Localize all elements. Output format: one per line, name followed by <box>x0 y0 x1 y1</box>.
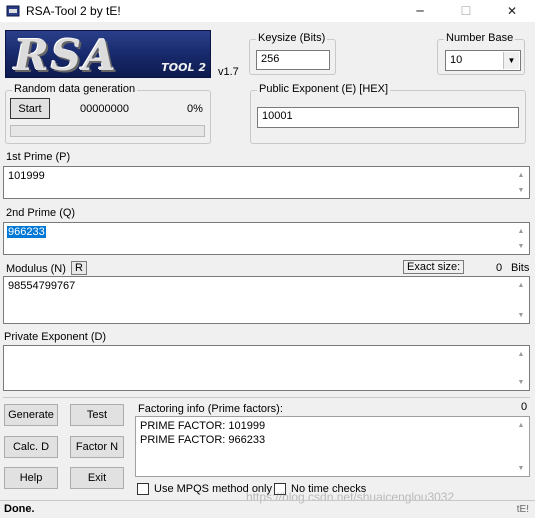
exact-size-value: 0 <box>496 262 503 274</box>
number-base-value: 10 <box>450 54 463 66</box>
rsa-logo: RSA TOOL 2 <box>5 30 211 78</box>
prime1-value: 101999 <box>8 170 45 182</box>
random-data-label: Random data generation <box>12 83 138 95</box>
keysize-label: Keysize (Bits) <box>256 32 328 44</box>
calc-d-button[interactable]: Calc. D <box>4 436 58 458</box>
exact-size-unit: Bits <box>511 262 530 274</box>
factoring-count: 0 <box>521 401 528 413</box>
prime2-value: 966233 <box>7 226 46 238</box>
modulus-label: Modulus (N) <box>6 263 66 275</box>
exit-button[interactable]: Exit <box>70 467 124 489</box>
prime2-scrollbar[interactable]: ▲ ▼ <box>513 223 529 254</box>
scroll-down-icon[interactable]: ▼ <box>513 183 529 197</box>
chevron-down-icon[interactable]: ▼ <box>503 52 519 69</box>
scroll-up-icon[interactable]: ▲ <box>513 418 529 432</box>
close-button[interactable]: ✕ <box>489 0 535 22</box>
private-exponent-scrollbar[interactable]: ▲ ▼ <box>513 346 529 390</box>
logo-sub-text: TOOL 2 <box>161 61 206 74</box>
prime1-textbox[interactable]: 101999 ▲ ▼ <box>3 166 530 199</box>
status-tag: tE! <box>516 504 529 515</box>
prime1-scrollbar[interactable]: ▲ ▼ <box>513 167 529 198</box>
generate-button[interactable]: Generate <box>4 404 58 426</box>
logo-main-text: RSA <box>14 31 118 78</box>
mpqs-checkbox[interactable] <box>137 483 149 495</box>
scroll-down-icon[interactable]: ▼ <box>513 461 529 475</box>
scroll-up-icon[interactable]: ▲ <box>513 224 529 238</box>
scroll-up-icon[interactable]: ▲ <box>513 168 529 182</box>
version-label: v1.7 <box>218 66 239 78</box>
window-title: RSA-Tool 2 by tE! <box>26 4 121 18</box>
scroll-down-icon[interactable]: ▼ <box>513 308 529 322</box>
scroll-up-icon[interactable]: ▲ <box>513 347 529 361</box>
private-exponent-textbox[interactable]: ▲ ▼ <box>3 345 530 391</box>
scroll-up-icon[interactable]: ▲ <box>513 278 529 292</box>
factoring-label: Factoring info (Prime factors): <box>138 403 283 415</box>
modulus-scrollbar[interactable]: ▲ ▼ <box>513 277 529 323</box>
help-button[interactable]: Help <box>4 467 58 489</box>
random-percent: 0% <box>187 103 203 115</box>
prime1-label: 1st Prime (P) <box>6 151 71 163</box>
factor-n-button[interactable]: Factor N <box>70 436 124 458</box>
factoring-textbox[interactable]: PRIME FACTOR: 101999 PRIME FACTOR: 96623… <box>135 416 530 477</box>
modulus-r-button[interactable]: R <box>71 261 87 275</box>
prime2-label: 2nd Prime (Q) <box>6 207 76 219</box>
prime-factor-line: PRIME FACTOR: 101999 <box>140 420 266 432</box>
prime2-textbox[interactable]: 966233 ▲ ▼ <box>3 222 530 255</box>
random-counter: 00000000 <box>80 103 129 115</box>
modulus-textbox[interactable]: 98554799767 ▲ ▼ <box>3 276 530 324</box>
start-button[interactable]: Start <box>10 98 50 119</box>
scroll-down-icon[interactable]: ▼ <box>513 239 529 253</box>
section-divider <box>3 397 530 398</box>
maximize-button: ☐ <box>460 4 472 18</box>
random-progress-bar <box>10 125 205 137</box>
app-icon <box>6 5 20 17</box>
number-base-select[interactable]: 10 ▼ <box>445 50 521 71</box>
minimize-button[interactable]: ─ <box>397 0 443 22</box>
scroll-down-icon[interactable]: ▼ <box>513 375 529 389</box>
number-base-label: Number Base <box>444 32 516 44</box>
status-bar: Done. tE! <box>0 500 535 518</box>
public-exponent-label: Public Exponent (E) [HEX] <box>257 83 391 95</box>
private-exponent-label: Private Exponent (D) <box>4 331 107 343</box>
keysize-input[interactable]: 256 <box>256 50 330 70</box>
prime-factor-line: PRIME FACTOR: 966233 <box>140 434 266 446</box>
public-exponent-input[interactable]: 10001 <box>257 107 519 128</box>
test-button[interactable]: Test <box>70 404 124 426</box>
factoring-scrollbar[interactable]: ▲ ▼ <box>513 417 529 476</box>
exact-size-label: Exact size: <box>403 260 465 274</box>
status-text: Done. <box>4 503 35 515</box>
modulus-value: 98554799767 <box>8 280 76 292</box>
title-bar: RSA-Tool 2 by tE! ─ ☐ ✕ <box>0 0 535 22</box>
